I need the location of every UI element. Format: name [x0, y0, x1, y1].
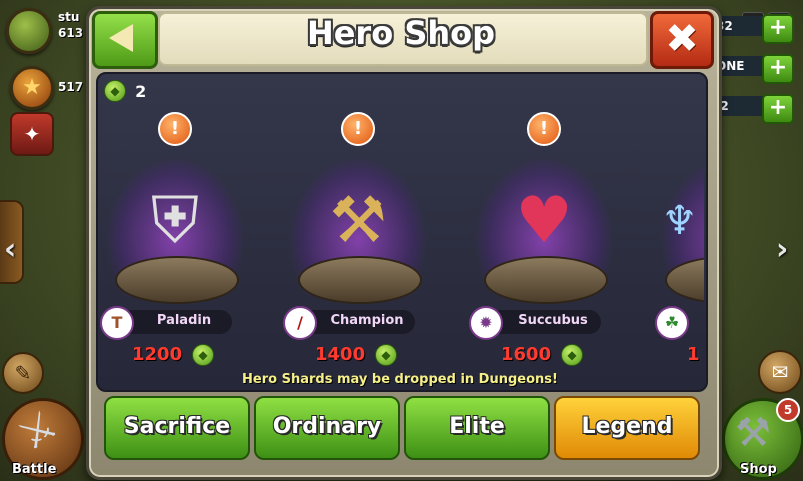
- add-resource-1-button[interactable]: +: [762, 14, 794, 44]
- quest-scroll-icon[interactable]: ✎: [2, 352, 44, 394]
- hero-price: 1600: [501, 344, 552, 365]
- hero-card-champion[interactable]: ! ⚒ / Champion 1400 ◆: [283, 76, 433, 366]
- hero-price: 1200: [132, 344, 183, 365]
- tab-elite[interactable]: Elite: [404, 396, 550, 460]
- shard-drop-notice: Hero Shards may be dropped in Dungeons!: [242, 372, 558, 387]
- swords-stat-icon: [6, 8, 52, 54]
- shop-tabs: Sacrifice Ordinary Elite Legend: [104, 396, 704, 460]
- hammer-icon: ⚒: [735, 410, 771, 456]
- add-resource-3-button[interactable]: +: [762, 94, 794, 124]
- hero-shard-icon: ◆: [561, 344, 583, 366]
- tab-sacrifice[interactable]: Sacrifice: [104, 396, 250, 460]
- tab-legend[interactable]: Legend: [554, 396, 700, 460]
- shop-label: Shop: [740, 462, 777, 477]
- shield-type-icon: T: [100, 306, 134, 340]
- battle-label: Battle: [12, 462, 57, 477]
- rock-pedestal: [115, 256, 239, 304]
- back-button[interactable]: [92, 11, 158, 69]
- rock-pedestal: [484, 256, 608, 304]
- right-arrow-icon[interactable]: ›: [776, 232, 788, 267]
- mail-icon[interactable]: ✉: [758, 350, 802, 394]
- hud-left-panel: stu 613 ★ 517 ✦ ‹ ✎ ⚔ Battle: [0, 0, 95, 481]
- hero-shard-icon: ◆: [375, 344, 397, 366]
- close-button[interactable]: ✖: [650, 11, 714, 69]
- alert-icon[interactable]: !: [341, 112, 375, 146]
- left-arrow-icon[interactable]: ‹: [4, 232, 16, 267]
- add-resource-2-button[interactable]: +: [762, 54, 794, 84]
- star-type-icon: ✹: [469, 306, 503, 340]
- hero-name: Champion: [330, 313, 404, 328]
- hero-price: 1400: [315, 344, 366, 365]
- hero-card-succubus[interactable]: ! ♥ ✹ Succubus 1600 ◆: [469, 76, 619, 366]
- hero-price: 1: [687, 344, 700, 365]
- hero-shard-icon: ◆: [192, 344, 214, 366]
- sword-type-icon: /: [283, 306, 317, 340]
- hero-card-paladin[interactable]: ! ⛨ T Paladin 1200 ◆: [100, 76, 250, 366]
- hero-name: Paladin: [156, 313, 212, 328]
- alert-shield-icon[interactable]: ✦: [10, 112, 54, 156]
- star-stat-icon: ★: [10, 66, 54, 110]
- stat2-value: 517: [58, 80, 84, 94]
- leaf-type-icon: ☘: [655, 306, 689, 340]
- hero-name: Succubus: [518, 313, 588, 328]
- alert-icon[interactable]: !: [527, 112, 561, 146]
- page-title: Hero Shop: [306, 14, 496, 52]
- rock-pedestal: [298, 256, 422, 304]
- back-arrow-icon: [109, 24, 133, 52]
- stat1-value: 613: [58, 26, 84, 40]
- hero-card-partial[interactable]: ♆ ☘ 1: [655, 76, 704, 366]
- shop-count-badge: 5: [776, 398, 800, 422]
- stat1-label: stu: [58, 10, 80, 24]
- tab-ordinary[interactable]: Ordinary: [254, 396, 400, 460]
- alert-icon[interactable]: !: [158, 112, 192, 146]
